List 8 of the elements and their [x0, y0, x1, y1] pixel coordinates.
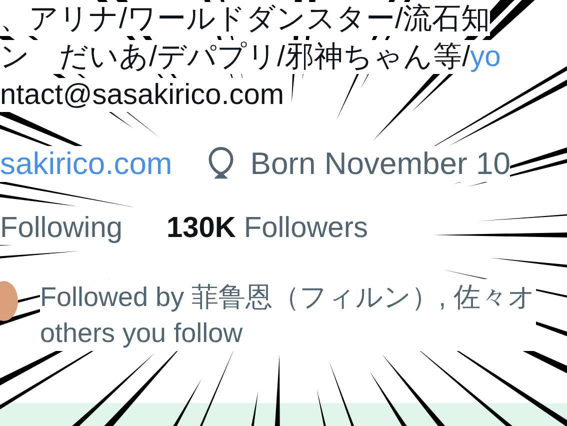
followed-by-text[interactable]: others you follow — [40, 315, 536, 351]
bio-link[interactable]: yo — [470, 40, 501, 74]
bio-text: ntact@sasakirico.com — [0, 78, 284, 112]
followed-by-text[interactable]: Followed by 菲鲁恩（フィルン）, 佐々オ — [40, 279, 536, 315]
bio-text: ン だいあ/デパプリ/邪神ちゃん等/ — [0, 40, 470, 74]
birthday-text: Born November 10 — [250, 146, 510, 182]
website-link[interactable]: sakirico.com — [0, 146, 172, 182]
bio-text: 、アリナ/ワールドダンスター/流石知 — [0, 2, 490, 36]
